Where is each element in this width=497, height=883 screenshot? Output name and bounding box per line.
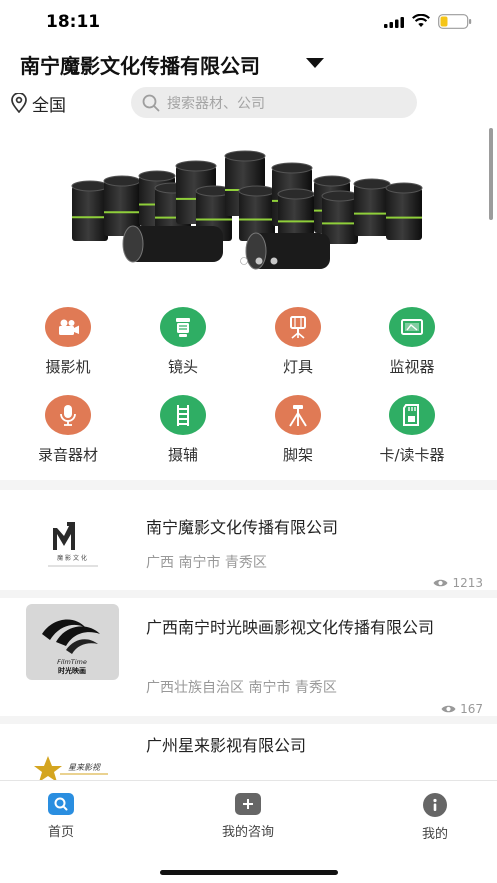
category-card-reader[interactable]: 卡/读卡器 [362,395,462,465]
monitor-icon [389,307,435,347]
category-light[interactable]: 灯具 [248,307,348,377]
location-pin-icon [11,93,27,113]
banner-lens-image [71,150,423,270]
category-monitor[interactable]: 监视器 [362,307,462,377]
category-grid: 摄影机 镜头 灯具 监视器 录音器材 摄辅 脚架 卡/读卡器 [0,284,497,480]
wifi-icon [412,14,430,27]
header: 南宁魔影文化传播有限公司 全国 搜索器材、公司 [0,44,497,126]
category-tripod[interactable]: 脚架 [248,395,348,465]
tab-label: 首页 [47,825,74,840]
search-icon [48,793,74,815]
search-input[interactable]: 搜索器材、公司 [131,87,417,118]
tripod-icon [275,395,321,435]
status-bar: 18:11 [0,0,497,44]
tab-label: 我的 [421,827,448,842]
category-label: 灯具 [282,358,313,376]
logo-text: 魔 影 文 化 [57,554,87,562]
view-count-value: 167 [460,702,483,716]
search-icon [142,94,160,111]
ladder-icon [160,395,206,435]
dropdown-triangle-icon[interactable] [305,57,325,69]
category-label: 监视器 [389,358,435,376]
category-audio[interactable]: 录音器材 [18,395,118,465]
category-grip[interactable]: 摄辅 [133,395,233,465]
plus-icon [235,793,261,815]
logo-subtext: 时光映画 [58,666,86,675]
category-camera[interactable]: 摄影机 [18,307,118,377]
carousel-indicators [240,257,278,265]
company-logo: FilmTime 时光映画 [26,604,119,680]
signal-icon [384,17,404,28]
view-count-value: 1213 [452,576,483,590]
company-name: 广州星来影视有限公司 [146,736,307,755]
camera-icon [45,307,91,347]
category-label: 摄辅 [167,446,198,464]
location-label: 全国 [32,95,66,116]
eye-icon [433,579,448,587]
tab-bar: 首页 我的咨询 我的 [0,780,497,883]
category-lens[interactable]: 镜头 [133,307,233,377]
tab-home[interactable]: 首页 [11,793,111,840]
info-icon [423,793,447,817]
sd-card-icon [389,395,435,435]
company-logo: 星来影视 [26,734,119,780]
category-label: 镜头 [167,358,198,376]
tab-profile[interactable]: 我的 [385,793,485,842]
home-indicator [160,870,338,875]
category-label: 卡/读卡器 [379,446,445,464]
tab-my-inquiries[interactable]: 我的咨询 [198,793,298,840]
tab-label: 我的咨询 [221,825,274,840]
logo-text: 星来影视 [68,763,101,772]
company-card[interactable]: 魔 影 文 化 南宁魔影文化传播有限公司 广西 南宁市 青秀区 1213 [0,490,497,590]
search-placeholder: 搜索器材、公司 [167,95,265,112]
logo-text: FilmTime [57,658,87,666]
category-label: 脚架 [282,446,313,464]
battery-icon [438,14,472,29]
company-name: 南宁魔影文化传播有限公司 [146,518,339,537]
microphone-icon [45,395,91,435]
company-name: 广西南宁时光映画影视文化传播有限公司 [146,618,435,637]
lens-icon [160,307,206,347]
company-card[interactable]: 星来影视 广州星来影视有限公司 [0,724,497,780]
company-switcher-title[interactable]: 南宁魔影文化传播有限公司 [20,50,260,79]
location-selector[interactable]: 全国 [10,91,66,116]
company-location: 广西 南宁市 青秀区 [146,555,267,571]
category-label: 录音器材 [37,446,98,464]
view-count: 167 [441,702,483,716]
eye-icon [441,705,456,713]
category-label: 摄影机 [45,358,91,376]
company-list: 魔 影 文 化 南宁魔影文化传播有限公司 广西 南宁市 青秀区 1213 Fil… [0,490,497,780]
view-count: 1213 [433,576,483,590]
company-card[interactable]: FilmTime 时光映画 广西南宁时光映画影视文化传播有限公司 广西壮族自治区… [0,598,497,716]
company-location: 广西壮族自治区 南宁市 青秀区 [146,680,337,696]
scrollbar[interactable] [489,128,493,220]
banner-carousel[interactable] [0,126,497,284]
company-logo: 魔 影 文 化 [26,502,119,578]
status-time: 18:11 [46,12,101,32]
light-icon [275,307,321,347]
